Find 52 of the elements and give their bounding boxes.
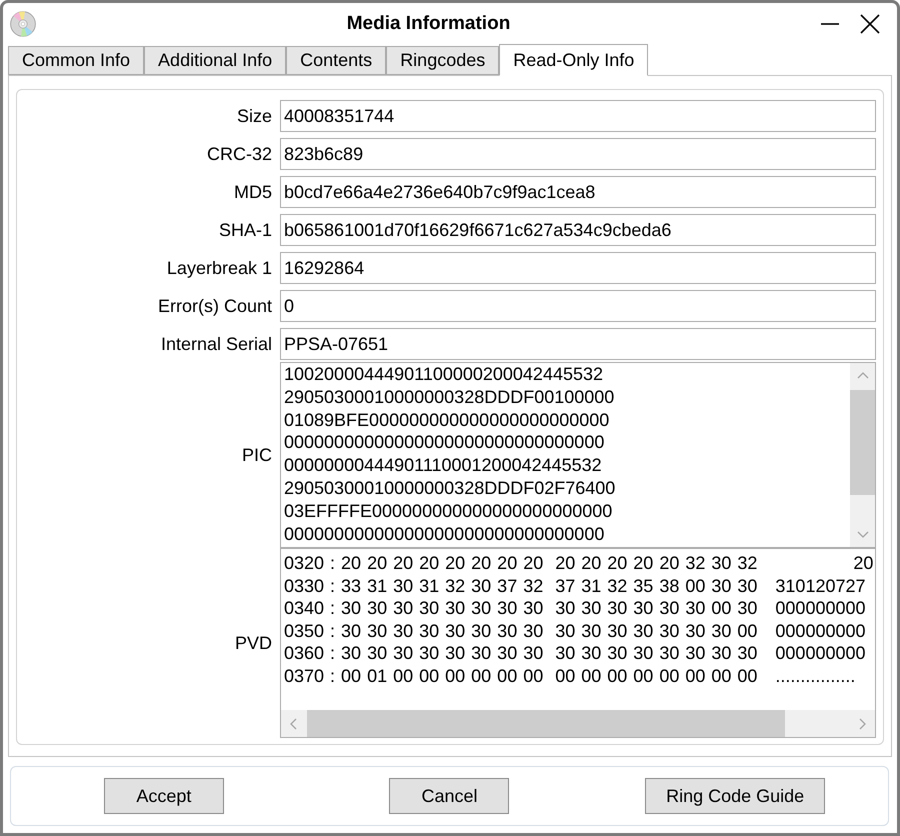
text-field[interactable]: b065861001d70f16629f6671c627a534c9cbeda6 <box>280 214 876 246</box>
hex-line: 00000000000000000000000000000000 <box>284 522 604 546</box>
chevron-left-icon[interactable] <box>290 718 297 730</box>
field-label: Error(s) Count <box>156 296 272 316</box>
accept-button[interactable]: Accept <box>104 778 224 814</box>
hex-dump-line: 0330 : 33 31 30 31 32 30 37 32 37 31 32 35 38 00 30 30 310120727 <box>284 574 866 598</box>
text-area[interactable] <box>280 362 876 548</box>
scrollbar-thumb[interactable] <box>850 390 875 495</box>
chevron-right-icon[interactable] <box>859 718 866 730</box>
hex-line: 00000000000000000000000000000000 <box>284 431 604 454</box>
text-field[interactable]: 16292864 <box>280 252 876 284</box>
field-label: Internal Serial <box>160 334 272 354</box>
hex-dump-line: 0350 : 30 30 30 30 30 30 30 30 30 30 30 30 30 30 30 00 000000000 <box>284 620 866 642</box>
minimize-icon[interactable] <box>821 22 839 24</box>
hex-dump-line: 0360 : 30 30 30 30 30 30 30 30 30 30 30 30 30 30 30 30 000000000 <box>284 642 866 665</box>
hex-dump-line: 0370 : 00 01 00 00 00 00 00 00 00 00 00 00 00 00 00 00 ................ <box>284 664 856 688</box>
text-field[interactable]: 0 <box>280 290 876 322</box>
field-label: PIC <box>240 444 272 466</box>
chevron-down-icon[interactable] <box>856 531 868 538</box>
tab[interactable]: Additional Info <box>144 46 286 75</box>
hex-line: 00000000444901110001200042445532 <box>284 454 602 477</box>
text-field[interactable]: PPSA-07651 <box>280 328 876 360</box>
hex-line: 29050300010000000328DDDF02F76400 <box>284 476 616 500</box>
hex-line: 03EFFFFE000000000000000000000000 <box>284 500 612 523</box>
field-label: SHA-1 <box>218 220 272 240</box>
text-area[interactable] <box>280 548 876 738</box>
scrollbar-thumb[interactable] <box>307 710 785 737</box>
text-field[interactable]: 823b6c89 <box>280 138 876 170</box>
field-label: Layerbreak 1 <box>166 258 272 278</box>
scrollbar[interactable] <box>281 710 875 737</box>
hex-dump-line: 0320 : 20 20 20 20 20 20 20 20 20 20 20 20 20 32 30 32 20 <box>284 552 874 575</box>
hex-dump-line: 0340 : 30 30 30 30 30 30 30 30 30 30 30 30 30 30 00 30 000000000 <box>284 597 866 620</box>
scrollbar[interactable] <box>850 363 875 547</box>
tab[interactable]: Read-Only Info <box>499 44 648 76</box>
text-field[interactable]: 40008351744 <box>280 100 876 132</box>
text-field[interactable]: b0cd7e66a4e2736e640b7c9f9ac1cea8 <box>280 176 876 208</box>
field-label: MD5 <box>232 182 272 202</box>
close-icon[interactable] <box>860 14 880 34</box>
field-label: PVD <box>234 632 272 654</box>
field-label: Size <box>236 106 272 126</box>
disc-icon <box>10 10 36 36</box>
hex-line: 01089BFE000000000000000000000000 <box>284 408 610 432</box>
guide-button[interactable]: Ring Code Guide <box>645 778 826 814</box>
tab[interactable]: Ringcodes <box>386 46 500 75</box>
field-label: CRC-32 <box>206 144 272 164</box>
hex-line: 29050300010000000328DDDF00100000 <box>284 386 614 409</box>
tab[interactable]: Common Info <box>8 46 144 75</box>
tab[interactable]: Contents <box>286 46 386 75</box>
cancel-button[interactable]: Cancel <box>389 778 510 814</box>
hex-line: 10020000444901100000200042445532 <box>284 363 604 386</box>
window-title: Media Information <box>346 12 512 34</box>
chevron-up-icon[interactable] <box>856 372 868 379</box>
